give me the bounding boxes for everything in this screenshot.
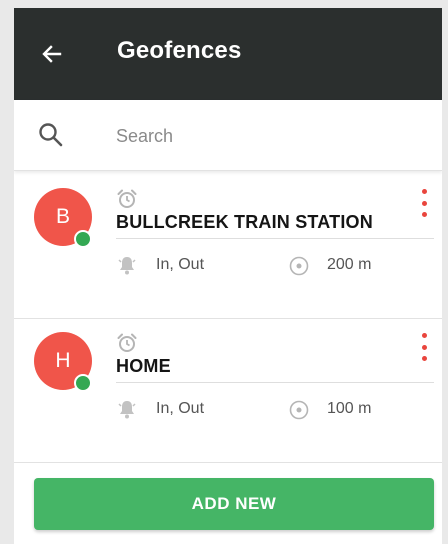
back-button[interactable] (36, 38, 68, 70)
trigger-types: In, Out (156, 400, 205, 417)
radius-target-icon (289, 256, 309, 276)
geofence-name: HOME (116, 356, 171, 376)
more-options-icon[interactable] (414, 186, 434, 220)
radius-target-icon (289, 400, 309, 420)
page-title: Geofences (117, 37, 242, 64)
status-dot (74, 230, 92, 248)
search-icon (39, 123, 63, 147)
geofence-name: BULLCREEK TRAIN STATION (116, 212, 373, 232)
divider (14, 318, 442, 319)
app-bar: Geofences (14, 8, 442, 100)
radius-value: 200 m (327, 256, 372, 273)
alarm-clock-icon (117, 333, 137, 352)
avatar-initial: B (55, 205, 70, 228)
avatar-initial: H (55, 349, 71, 372)
geofence-item[interactable]: B BULLCREEK TRAIN STATION In, Out 200 m (14, 178, 442, 320)
divider (116, 238, 434, 239)
alarm-clock-icon (117, 189, 137, 208)
radius-value: 100 m (327, 400, 372, 417)
divider (14, 462, 442, 463)
geofence-item[interactable]: H HOME In, Out 100 m (14, 322, 442, 464)
arrow-left-icon (42, 45, 62, 63)
status-dot (74, 374, 92, 392)
search-input[interactable] (114, 120, 418, 152)
bell-icon (118, 401, 136, 419)
bell-icon (118, 257, 136, 275)
trigger-types: In, Out (156, 256, 205, 273)
search-bar (14, 100, 442, 171)
more-options-icon[interactable] (414, 330, 434, 364)
divider (116, 382, 434, 383)
geofences-screen: Geofences B BULLCREEK TRAIN STATION In, … (14, 8, 442, 544)
add-new-button[interactable]: ADD NEW (34, 478, 434, 530)
